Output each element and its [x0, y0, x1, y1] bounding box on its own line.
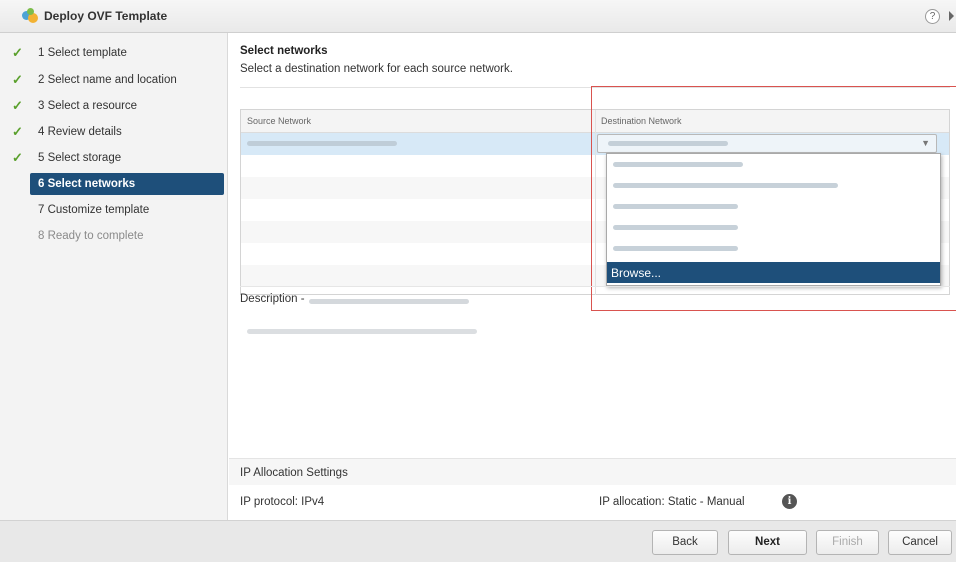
- checkmark-icon: ✓: [12, 150, 23, 165]
- wizard-steps-sidebar: ✓ 1 Select template ✓ 2 Select name and …: [0, 33, 228, 520]
- section-title: Select networks: [240, 45, 328, 57]
- highlight-box: [591, 86, 956, 311]
- step-customize-template[interactable]: 7 Customize template: [0, 199, 228, 221]
- info-icon[interactable]: i: [782, 494, 797, 509]
- divider: [240, 286, 950, 287]
- step-select-template[interactable]: ✓ 1 Select template: [0, 42, 228, 64]
- redacted-source-network: [247, 141, 397, 146]
- step-select-storage[interactable]: ✓ 5 Select storage: [0, 147, 228, 169]
- redacted-description-text: [247, 329, 477, 334]
- expand-arrow-icon[interactable]: [949, 11, 954, 21]
- section-subtitle: Select a destination network for each so…: [240, 63, 513, 75]
- main-panel: Select networks Select a destination net…: [229, 33, 956, 520]
- ip-allocation-header: IP Allocation Settings: [229, 458, 956, 485]
- ip-allocation-value: IP allocation: Static - Manual: [599, 496, 745, 508]
- window-title: Deploy OVF Template: [44, 9, 168, 23]
- help-icon[interactable]: ?: [925, 9, 940, 24]
- back-button[interactable]: Back: [652, 530, 718, 555]
- description-label: Description -: [240, 293, 305, 305]
- redacted-description-title: [309, 299, 469, 304]
- wizard-footer: Back Next Finish Cancel: [0, 520, 956, 562]
- column-header-source[interactable]: Source Network: [247, 116, 311, 126]
- cancel-button[interactable]: Cancel: [888, 530, 952, 555]
- step-ready-to-complete: 8 Ready to complete: [38, 230, 144, 242]
- ip-protocol-value: IP protocol: IPv4: [240, 496, 325, 508]
- step-review-details[interactable]: ✓ 4 Review details: [0, 121, 228, 143]
- ip-allocation-heading: IP Allocation Settings: [240, 467, 348, 479]
- next-button[interactable]: Next: [728, 530, 807, 555]
- finish-button: Finish: [816, 530, 879, 555]
- step-select-networks[interactable]: 6 Select networks: [30, 173, 224, 195]
- description-prefix: Description -: [240, 293, 305, 305]
- window-titlebar: Deploy OVF Template ?: [0, 0, 956, 33]
- vsphere-logo-icon: [22, 8, 38, 24]
- step-select-resource[interactable]: ✓ 3 Select a resource: [0, 95, 228, 117]
- checkmark-icon: ✓: [12, 72, 23, 87]
- checkmark-icon: ✓: [12, 98, 23, 113]
- step-select-name-location[interactable]: ✓ 2 Select name and location: [0, 69, 228, 91]
- checkmark-icon: ✓: [12, 45, 23, 60]
- checkmark-icon: ✓: [12, 124, 23, 139]
